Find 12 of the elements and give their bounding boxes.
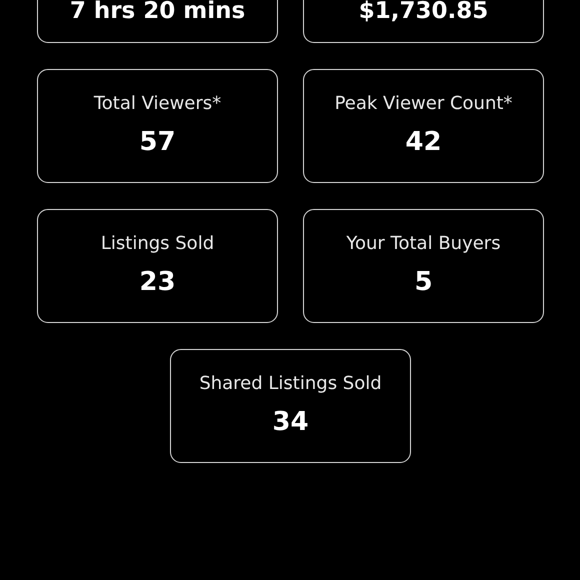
stat-label: Peak Viewer Count* [334, 92, 512, 116]
stat-label: Shared Listings Sold [199, 372, 382, 396]
stat-value: 23 [139, 266, 176, 298]
stat-value: 7 hrs 20 mins [70, 0, 246, 22]
stat-label: Your Total Buyers [346, 232, 501, 256]
stat-value: 34 [272, 406, 309, 438]
stat-value: $1,730.85 [358, 0, 488, 22]
stat-value: 57 [139, 126, 176, 158]
stat-label: Total Viewers* [94, 92, 222, 116]
stat-value: 5 [414, 266, 433, 298]
stat-value: 42 [405, 126, 442, 158]
stat-label: Listings Sold [100, 232, 214, 256]
